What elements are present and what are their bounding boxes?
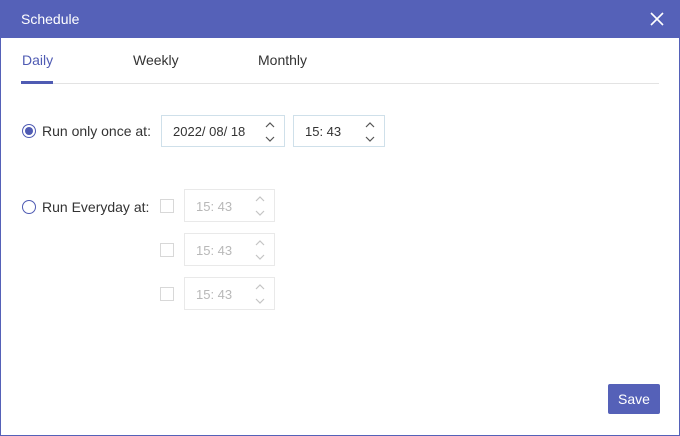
- chevron-down-icon: [365, 136, 375, 142]
- chevron-down-icon: [255, 298, 265, 304]
- chevron-down-icon: [255, 210, 265, 216]
- chevron-down-icon: [255, 254, 265, 260]
- chevron-up-icon: [255, 240, 265, 246]
- schedule-dialog: Schedule Daily Weekly Monthly Run only o…: [0, 0, 680, 436]
- dialog-title: Schedule: [21, 11, 80, 27]
- run-once-time-input[interactable]: 15: 43: [293, 115, 385, 147]
- chevron-up-icon: [265, 122, 275, 128]
- everyday-time-3-input[interactable]: 15: 43: [184, 277, 275, 310]
- run-everyday-radio[interactable]: [22, 200, 36, 214]
- run-once-date-value: 2022/ 08/ 18: [173, 124, 246, 139]
- save-button[interactable]: Save: [608, 384, 660, 414]
- everyday-time-3-stepper[interactable]: [253, 282, 267, 306]
- run-once-radio[interactable]: [22, 124, 36, 138]
- chevron-down-icon: [265, 136, 275, 142]
- run-once-label: Run only once at:: [42, 123, 151, 139]
- everyday-time-3-value: 15: 43: [196, 287, 233, 302]
- everyday-time-1-checkbox[interactable]: [160, 199, 174, 213]
- chevron-up-icon: [255, 196, 265, 202]
- run-once-time-value: 15: 43: [305, 124, 342, 139]
- tab-daily[interactable]: Daily: [22, 52, 53, 68]
- tab-weekly[interactable]: Weekly: [133, 52, 179, 68]
- everyday-time-3-checkbox[interactable]: [160, 287, 174, 301]
- active-tab-indicator: [21, 81, 53, 84]
- everyday-time-2-input[interactable]: 15: 43: [184, 233, 275, 266]
- date-stepper[interactable]: [263, 120, 277, 144]
- everyday-time-1-stepper[interactable]: [253, 194, 267, 218]
- tab-monthly[interactable]: Monthly: [258, 52, 307, 68]
- chevron-up-icon: [255, 284, 265, 290]
- tab-bar: Daily Weekly Monthly: [21, 38, 659, 84]
- time-stepper[interactable]: [363, 120, 377, 144]
- everyday-time-1-input[interactable]: 15: 43: [184, 189, 275, 222]
- close-icon[interactable]: [647, 9, 667, 29]
- everyday-time-1-value: 15: 43: [196, 199, 233, 214]
- run-once-date-input[interactable]: 2022/ 08/ 18: [161, 115, 285, 147]
- everyday-time-2-checkbox[interactable]: [160, 243, 174, 257]
- chevron-up-icon: [365, 122, 375, 128]
- everyday-time-2-value: 15: 43: [196, 243, 233, 258]
- run-everyday-label: Run Everyday at:: [42, 199, 150, 215]
- everyday-time-2-stepper[interactable]: [253, 238, 267, 262]
- dialog-titlebar: Schedule: [1, 0, 680, 38]
